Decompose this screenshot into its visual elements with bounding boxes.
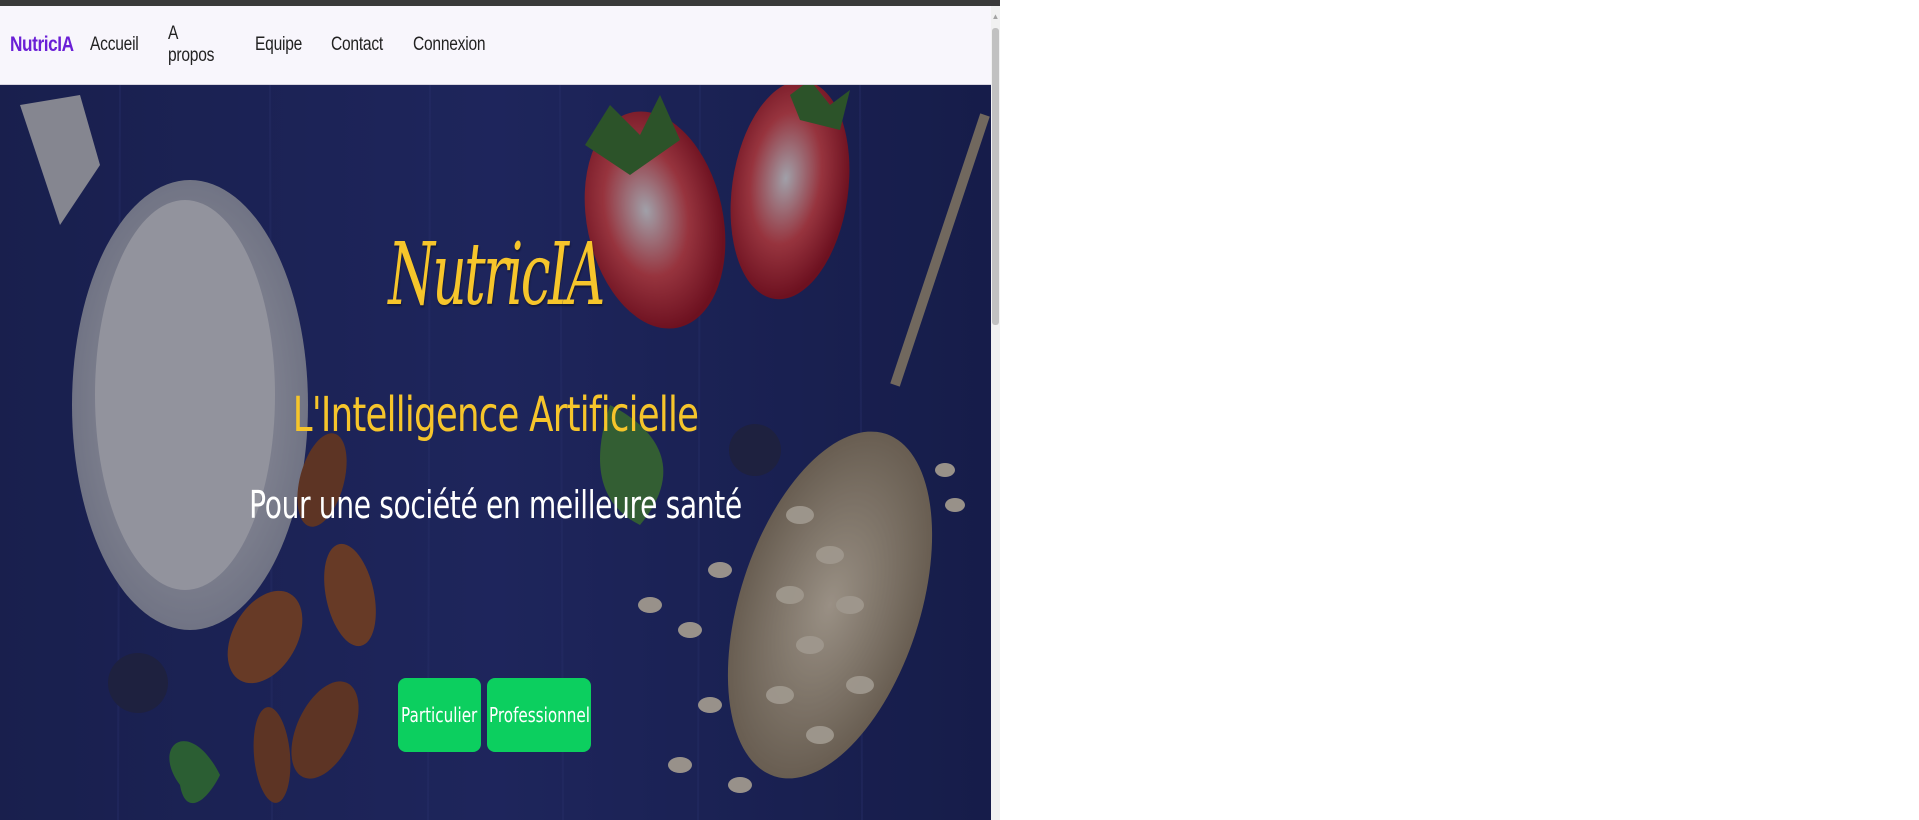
scrollbar-thumb[interactable]	[992, 28, 999, 325]
nav-link-a-propos[interactable]: A propos	[168, 23, 223, 67]
hero-buttons: Particulier Professionnel	[398, 678, 591, 752]
page-viewport: NutricIA Accueil A propos Equipe Contact…	[0, 6, 991, 820]
hero-section: NutricIA L'Intelligence Artificielle Pou…	[0, 85, 991, 820]
professionnel-button[interactable]: Professionnel	[487, 678, 591, 752]
nav-link-contact[interactable]: Contact	[331, 34, 383, 56]
brand-logo-link[interactable]: NutricIA	[10, 33, 74, 57]
nav-link-accueil[interactable]: Accueil	[90, 34, 139, 56]
nav-link-equipe[interactable]: Equipe	[255, 34, 302, 56]
nav-link-connexion[interactable]: Connexion	[413, 34, 486, 56]
hero-title: NutricIA	[388, 225, 605, 325]
scroll-up-arrow-icon[interactable]: ▲	[991, 12, 1000, 22]
particulier-button[interactable]: Particulier	[398, 678, 481, 752]
professionnel-button-label: Professionnel	[488, 703, 590, 727]
nav-links: Accueil A propos Equipe Contact Connexio…	[90, 23, 513, 67]
hero-tagline: Pour une société en meilleure santé	[249, 483, 742, 527]
navbar: NutricIA Accueil A propos Equipe Contact…	[0, 6, 991, 85]
particulier-button-label: Particulier	[401, 703, 478, 727]
vertical-scrollbar[interactable]: ▲	[991, 6, 1000, 820]
hero-subtitle: L'Intelligence Artificielle	[292, 387, 699, 443]
